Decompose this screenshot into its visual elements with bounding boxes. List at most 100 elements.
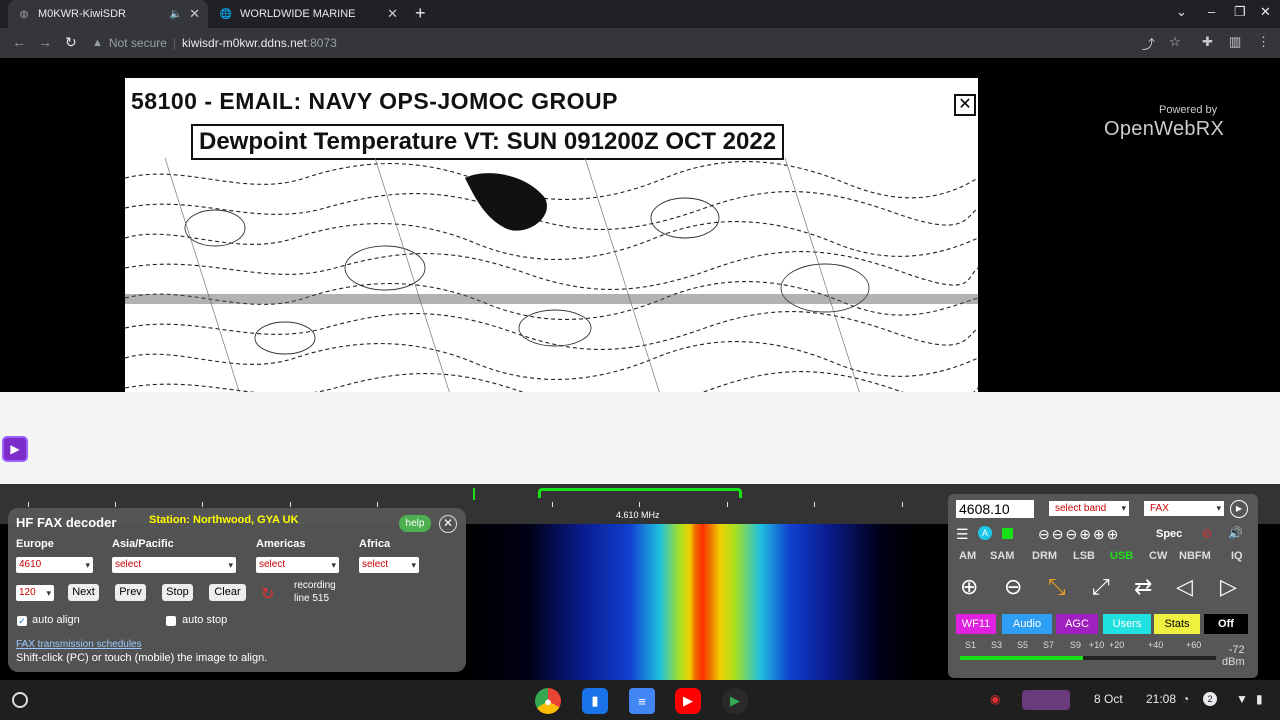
waterfall-display[interactable] (460, 524, 960, 680)
holding-space-thumbnail-icon[interactable] (1022, 690, 1070, 710)
zoom-out-icon[interactable]: ⊖ (1004, 574, 1022, 600)
tab-search-icon[interactable]: ⌄ (1176, 4, 1187, 20)
shelf-time[interactable]: 21:08 (1146, 692, 1176, 706)
mode-sam[interactable]: SAM (990, 550, 1014, 562)
menu-kebab-icon[interactable]: ⋮ (1257, 34, 1270, 50)
audio-a-icon[interactable]: A (978, 526, 992, 540)
fax-weather-map-icon (125, 158, 978, 392)
step-down-icon[interactable]: ◁ (1176, 574, 1193, 600)
align-hint: Shift-click (PC) or touch (mobile) the i… (16, 652, 268, 664)
tab-wf[interactable]: WF11 (956, 614, 996, 634)
wifi-icon[interactable]: ▼ (1236, 692, 1248, 706)
back-icon[interactable]: ← (12, 34, 26, 50)
play-audio-button[interactable]: ▶ (2, 436, 28, 462)
stop-button[interactable]: Stop (162, 584, 193, 601)
shelf-date[interactable]: 8 Oct (1094, 692, 1123, 706)
side-panel-icon[interactable]: ▥ (1229, 34, 1241, 50)
lock-indicator-icon[interactable] (1002, 528, 1013, 539)
tab-users[interactable]: Users (1103, 614, 1151, 634)
zoom-in-icon[interactable]: ⊕ (960, 574, 978, 600)
bookmark-star-icon[interactable]: ☆ (1169, 34, 1181, 50)
s-meter-value: -72 (1228, 644, 1245, 656)
s-meter-label: S7 (1043, 640, 1055, 650)
do-not-disturb-icon[interactable]: ◔ (1182, 692, 1189, 706)
launcher-icon[interactable] (12, 692, 28, 708)
fax-chart-title: Dewpoint Temperature VT: SUN 091200Z OCT… (191, 124, 785, 160)
reload-icon[interactable]: ↻ (65, 34, 77, 51)
mode-nbfm[interactable]: NBFM (1179, 550, 1211, 562)
docs-icon[interactable]: ≡ (629, 688, 655, 714)
extensions-icon[interactable]: ✚ (1202, 34, 1213, 50)
browser-toolbar: ← → ↻ ▲ Not secure | kiwisdr-m0kwr.ddns.… (0, 28, 1280, 58)
tab-off[interactable]: Off (1204, 614, 1248, 634)
americas-select[interactable]: select (256, 557, 339, 573)
screen-record-icon[interactable]: ◉ (990, 692, 1000, 706)
notification-count[interactable]: 2 (1203, 692, 1217, 706)
recording-spinner-icon: ↻ (261, 586, 275, 603)
help-button[interactable]: help (399, 515, 431, 532)
frequency-input[interactable]: 4608.10 (956, 500, 1034, 518)
tab-audio[interactable]: Audio (1002, 614, 1052, 634)
openwebrx-branding[interactable]: Powered by OpenWebRX (1104, 104, 1224, 141)
fax-schedules-link[interactable]: FAX transmission schedules (16, 639, 142, 650)
chrome-icon[interactable]: ● (535, 688, 561, 714)
europe-select[interactable]: 4610 (16, 557, 93, 573)
mode-usb[interactable]: USB (1110, 550, 1133, 562)
zoom-to-band-icon[interactable]: ⤡ (1048, 574, 1066, 600)
band-select[interactable]: select band (1049, 501, 1129, 516)
tab-close-icon[interactable]: ✕ (387, 6, 398, 22)
window-close-icon[interactable]: ✕ (1260, 4, 1271, 20)
auto-align-checkbox[interactable]: ✓ (17, 616, 27, 626)
s-meter-readout: -72 dBm (1222, 644, 1245, 668)
mode-lsb[interactable]: LSB (1073, 550, 1095, 562)
swap-icon[interactable]: ⇄ (1134, 574, 1152, 600)
auto-stop-label: auto stop (182, 614, 228, 626)
tab-agc[interactable]: AGC (1056, 614, 1098, 634)
zoom-step-icons[interactable]: ⊖⊖⊖⊕⊕⊕ (1038, 526, 1120, 543)
speaker-icon[interactable]: 🔊 (1228, 526, 1243, 540)
mode-iq[interactable]: IQ (1231, 550, 1243, 562)
carrier-marker[interactable] (473, 488, 475, 500)
mode-drm[interactable]: DRM (1032, 550, 1057, 562)
extension-select[interactable]: FAX (1144, 501, 1224, 516)
tab-close-icon[interactable]: ✕ (189, 6, 200, 22)
lpm-select[interactable]: 120 (16, 585, 54, 601)
s-meter-label: S3 (991, 640, 1003, 650)
close-icon[interactable]: ✕ (439, 515, 457, 533)
passband-marker[interactable] (538, 488, 742, 498)
battery-icon[interactable]: ▮ (1256, 692, 1263, 706)
africa-select[interactable]: select (359, 557, 419, 573)
auto-align-label: auto align (32, 614, 80, 626)
play-store-icon[interactable]: ▶ (722, 688, 748, 714)
record-icon[interactable]: ⊘ (1202, 526, 1212, 540)
prev-button[interactable]: Prev (115, 584, 146, 601)
fax-image[interactable]: 58100 - EMAIL: NAVY OPS-JOMOC GROUP Dewp… (125, 60, 978, 392)
play-extension-icon[interactable]: ▶ (1230, 500, 1248, 518)
mode-cw[interactable]: CW (1149, 550, 1167, 562)
recording-label: recording (294, 580, 336, 591)
address-bar[interactable]: ▲ Not secure | kiwisdr-m0kwr.ddns.net :8… (92, 31, 1132, 55)
clear-button[interactable]: Clear (209, 584, 246, 601)
tab-kiwisdr[interactable]: ◍ M0KWR-KiwiSDR 🔈 ✕ (8, 0, 208, 28)
files-icon[interactable]: ▮ (582, 688, 608, 714)
next-button[interactable]: Next (68, 584, 99, 601)
step-up-icon[interactable]: ▷ (1220, 574, 1237, 600)
security-label: Not secure (108, 36, 167, 50)
tab-worldwide-marine[interactable]: 🌐 WORLDWIDE MARINE ✕ (210, 0, 406, 28)
spec-button[interactable]: Spec (1156, 528, 1182, 540)
asia-pacific-select[interactable]: select (112, 557, 236, 573)
forward-icon[interactable]: → (38, 34, 52, 50)
share-icon[interactable]: ⤴ (1142, 34, 1155, 53)
mode-am[interactable]: AM (959, 550, 976, 562)
maximize-icon[interactable]: ❐ (1234, 4, 1246, 20)
zoom-max-out-icon[interactable]: ⤢ (1092, 574, 1110, 600)
receiver-control-panel: 4608.10 select band FAX ▶ ☰ A ⊖⊖⊖⊕⊕⊕ Spe… (948, 494, 1258, 678)
s-meter-label: S9 (1070, 640, 1082, 650)
youtube-icon[interactable]: ▶ (675, 688, 701, 714)
minimize-icon[interactable]: – (1208, 4, 1215, 19)
new-tab-icon[interactable]: + (415, 3, 426, 24)
hamburger-menu-icon[interactable]: ☰ (956, 526, 969, 543)
tab-audio-icon[interactable]: 🔈 (170, 9, 182, 20)
tab-stats[interactable]: Stats (1154, 614, 1200, 634)
auto-stop-checkbox[interactable] (166, 616, 176, 626)
